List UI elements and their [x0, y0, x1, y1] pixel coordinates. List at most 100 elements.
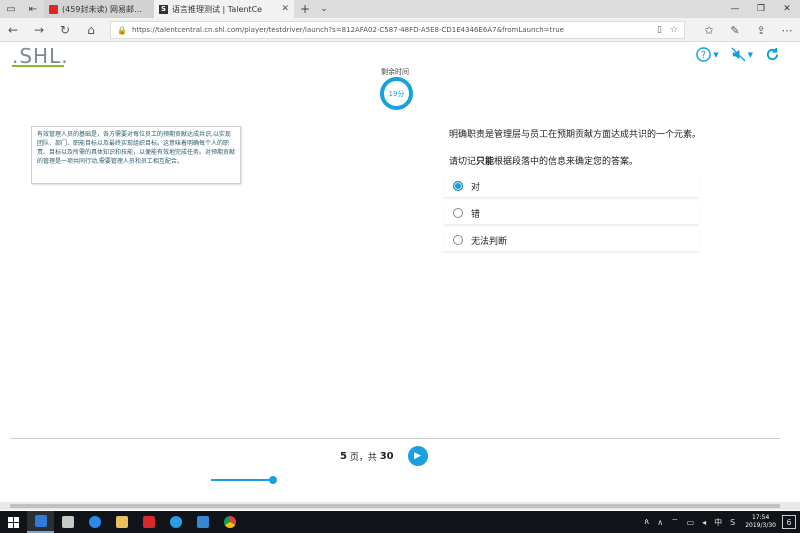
answer-option-cannot-say[interactable]: 无法判断	[444, 229, 699, 252]
chevron-down-icon: ▼	[747, 50, 753, 59]
page-sep: 页，共	[346, 452, 380, 463]
taskbar-store[interactable]	[54, 511, 81, 533]
timer-circle: 19分	[380, 77, 413, 110]
answer-option-false[interactable]: 错	[444, 202, 699, 225]
people-icon[interactable]: ጰ	[644, 517, 649, 527]
page-current: 5	[340, 450, 347, 462]
forward-arrow-icon[interactable]: →	[26, 18, 52, 42]
chrome-icon	[223, 516, 236, 528]
browser-tab-strip: ▭ ⇤ (459封未读) 网易邮箱6.0版 S 语言推理测试 | TalentC…	[0, 0, 800, 18]
progress-fill	[211, 479, 274, 481]
share-icon[interactable]: ⇪	[748, 18, 774, 42]
check-app-icon	[196, 516, 209, 528]
action-center-icon[interactable]: 6	[782, 515, 796, 529]
close-window-icon[interactable]: ✕	[774, 0, 800, 18]
option-label: 错	[471, 209, 481, 220]
more-icon[interactable]: ⋯	[774, 18, 800, 42]
folder-icon	[115, 516, 128, 528]
tab-menu-chevron-down-icon[interactable]: ⌄	[316, 4, 332, 14]
scrollbar-thumb[interactable]	[10, 504, 780, 508]
option-label: 无法判断	[471, 236, 508, 247]
footer-divider	[10, 438, 780, 439]
play-arrow-icon: ▶	[414, 451, 422, 461]
taskbar-chrome[interactable]	[216, 511, 243, 533]
volume-icon[interactable]: ◂	[702, 518, 706, 527]
taskbar-app-red[interactable]	[135, 511, 162, 533]
refresh-button[interactable]	[765, 47, 780, 62]
windows-taskbar: ጰ ∧ ⌔ ▭ ◂ 中 S 17:54 2019/3/30 6	[0, 511, 800, 533]
store-bag-icon	[61, 516, 74, 528]
home-icon[interactable]: ⌂	[78, 18, 104, 42]
tray-expand-icon[interactable]: ∧	[657, 518, 663, 527]
red-app-icon	[142, 516, 155, 528]
lock-icon: 🔒	[117, 25, 127, 35]
test-progress-bar	[211, 476, 278, 484]
network-icon[interactable]: ⌔	[671, 517, 679, 527]
horizontal-scrollbar[interactable]	[0, 502, 800, 510]
progress-knob	[269, 476, 278, 484]
minimize-icon[interactable]: —	[722, 0, 748, 18]
back-arrow-icon[interactable]: ←	[0, 18, 26, 42]
header-actions: ? ▼ ▼	[696, 47, 780, 62]
page-total: 30	[379, 450, 394, 462]
taskbar-kugou[interactable]	[81, 511, 108, 533]
pen-icon[interactable]: ✎	[722, 18, 748, 42]
answer-option-true[interactable]: 对	[444, 175, 699, 198]
shl-favicon-icon: S	[159, 4, 168, 14]
tab-label: (459封未读) 网易邮箱6.0版	[62, 4, 149, 14]
clock-date: 2019/3/30	[745, 522, 776, 529]
clock-time: 17:54	[751, 514, 770, 521]
browser-globe-icon	[169, 516, 182, 528]
page-indicator: 5 页，共 30 ▶	[340, 446, 428, 466]
logo-underline	[12, 65, 64, 67]
taskbar-edge[interactable]	[27, 511, 54, 533]
help-button[interactable]: ? ▼	[696, 47, 719, 62]
mute-icon	[731, 47, 746, 62]
timer-label: 剩余时间	[381, 68, 409, 76]
ime-indicator[interactable]: 中	[714, 517, 722, 528]
new-tab-button[interactable]: +	[294, 2, 316, 16]
reading-passage: 有效管理人员的基础是，各方需要对每位员工的预期贡献达成共识,以实现团队、部门、职…	[31, 126, 241, 184]
window-controls: — ❐ ✕	[722, 0, 800, 18]
option-label: 对	[471, 182, 481, 193]
sound-button[interactable]: ▼	[731, 47, 753, 62]
url-text[interactable]: https://talentcentral.cn.shl.com/player/…	[132, 26, 649, 34]
tab-label: 语言推理测试 | TalentCe	[172, 4, 263, 14]
browser-nav-bar: ← → ↻ ⌂ 🔒 https://talentcentral.cn.shl.c…	[0, 18, 800, 42]
svg-text:?: ?	[701, 50, 706, 61]
battery-icon[interactable]: ▭	[687, 518, 695, 527]
tab-back-icon[interactable]: ⇤	[22, 0, 44, 18]
question-instruction: 请切记只能根据段落中的信息来确定您的答案。	[449, 157, 639, 167]
favorite-star-icon[interactable]: ☆	[670, 25, 678, 35]
radio-button[interactable]	[453, 208, 463, 218]
taskbar-explorer[interactable]	[108, 511, 135, 533]
maximize-icon[interactable]: ❐	[748, 0, 774, 18]
timer-value: 19分	[388, 89, 405, 98]
mail-favicon-icon	[49, 4, 58, 14]
close-tab-icon[interactable]: ✕	[281, 4, 289, 14]
next-page-button[interactable]: ▶	[407, 446, 428, 466]
system-tray: ጰ ∧ ⌔ ▭ ◂ 中 S 17:54 2019/3/30 6	[640, 511, 800, 533]
reading-view-icon[interactable]: ▯	[657, 25, 662, 35]
kugou-icon	[88, 516, 101, 528]
browser-toolbar-right: ✩ ✎ ⇪ ⋯	[696, 18, 800, 42]
question-statement: 明确职责是管理层与员工在预期贡献方面达成共识的一个元素。	[449, 130, 702, 140]
browser-tab-mail[interactable]: (459封未读) 网易邮箱6.0版	[44, 0, 154, 18]
favorites-hub-icon[interactable]: ✩	[696, 18, 722, 42]
radio-button[interactable]	[453, 235, 463, 245]
reload-icon[interactable]: ↻	[52, 18, 78, 42]
passage-text: 有效管理人员的基础是，各方需要对每位员工的预期贡献达成共识,以实现团队、部门、职…	[37, 131, 236, 165]
start-windows-icon[interactable]	[0, 511, 27, 533]
taskbar-browser-blue[interactable]	[162, 511, 189, 533]
browser-tab-test[interactable]: S 语言推理测试 | TalentCe ✕	[154, 0, 294, 18]
ime-mode-indicator[interactable]: S	[730, 518, 735, 527]
taskbar-clock[interactable]: 17:54 2019/3/30	[745, 514, 776, 530]
tab-overview-icon[interactable]: ▭	[0, 0, 22, 18]
chevron-down-icon: ▼	[713, 50, 719, 59]
radio-button-selected[interactable]	[453, 181, 463, 191]
taskbar-app-checkbox[interactable]	[189, 511, 216, 533]
question-circle-icon: ?	[696, 47, 711, 62]
address-bar[interactable]: 🔒 https://talentcentral.cn.shl.com/playe…	[110, 21, 685, 39]
windows-logo-icon	[8, 516, 19, 528]
refresh-icon	[766, 47, 779, 61]
